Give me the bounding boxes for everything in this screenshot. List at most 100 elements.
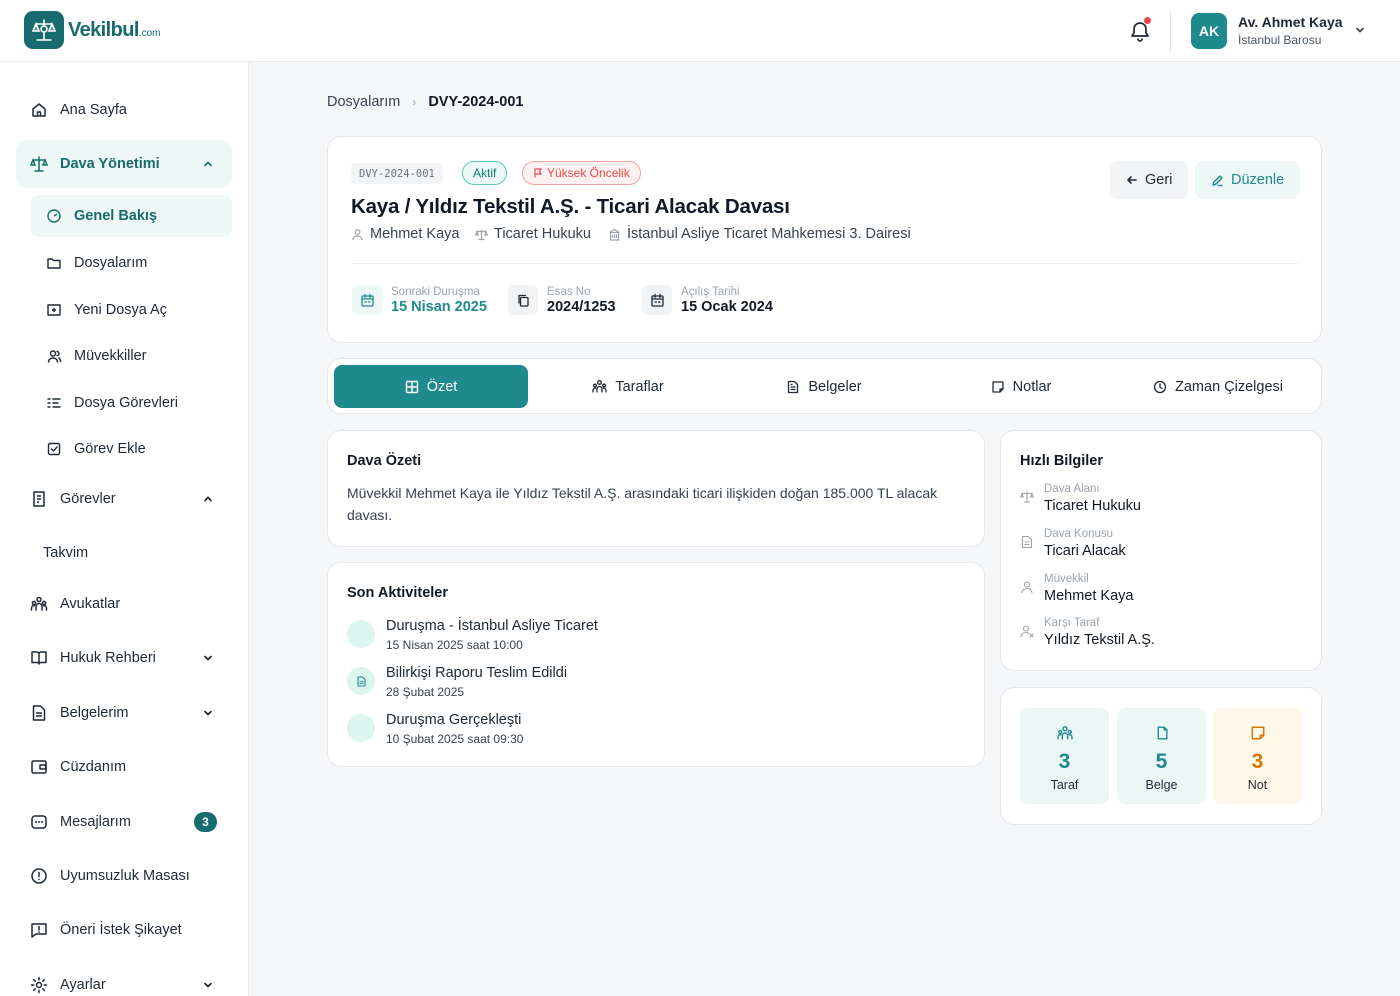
stat-documents[interactable]: 5 Belge [1117, 708, 1206, 804]
sidebar-item-label: Genel Bakış [74, 208, 158, 224]
case-summary-card: Dava Özeti Müvekkil Mehmet Kaya ile Yıld… [327, 430, 985, 547]
next-hearing-date: 15 Nisan 2025 [391, 298, 487, 315]
users-group-icon [30, 596, 48, 611]
tab-timeline[interactable]: Zaman Çizelgesi [1121, 365, 1315, 408]
sidebar-item-wallet[interactable]: Cüzdanım [16, 743, 232, 791]
chevron-down-icon [204, 655, 212, 661]
sidebar-item-label: Dosya Görevleri [74, 395, 178, 411]
sidebar-item-disputes[interactable]: Uyumsuzluk Masası [16, 852, 232, 900]
breadcrumb-current: DVY-2024-001 [428, 94, 524, 110]
summary-title: Dava Özeti [347, 453, 422, 469]
scale-icon [1020, 491, 1034, 503]
sidebar-item-new-file[interactable]: Yeni Dosya Aç [30, 289, 232, 331]
activity-title: Duruşma Gerçekleşti [386, 712, 522, 728]
sidebar-item-tasks[interactable]: Görevler [16, 475, 232, 523]
users-icon [1057, 726, 1073, 740]
chevron-down-icon[interactable] [1354, 24, 1366, 36]
back-button[interactable]: Geri [1110, 161, 1189, 199]
sidebar-item-lawyers[interactable]: Avukatlar [16, 580, 232, 628]
calendar-icon [352, 285, 382, 315]
quick-info-label: Müvekkil [1044, 573, 1089, 585]
recent-activities-card: Son Aktiviteler Duruşma - İstanbul Asliy… [327, 562, 985, 767]
tab-notes[interactable]: Notlar [924, 365, 1118, 408]
sidebar-item-label: Görevler [60, 491, 116, 507]
breadcrumb-parent-link[interactable]: Dosyalarım [327, 94, 400, 110]
case-court-name: İstanbul Asliye Ticaret Mahkemesi 3. Dai… [627, 226, 911, 242]
sidebar-item-label: Ana Sayfa [60, 102, 127, 118]
sidebar-item-label: Görev Ekle [74, 441, 146, 457]
divider [351, 263, 1298, 264]
sidebar-item-legal-guide[interactable]: Hukuk Rehberi [16, 634, 232, 682]
clock-icon [1153, 380, 1167, 393]
tab-documents[interactable]: Belgeler [727, 365, 921, 408]
brand-logo[interactable]: Vekilbul.com [24, 11, 160, 49]
sidebar-item-label: Hukuk Rehberi [60, 650, 156, 666]
note-icon [1251, 726, 1265, 740]
sidebar-item-label: Ayarlar [60, 977, 106, 993]
sidebar-item-label: Cüzdanım [60, 759, 127, 775]
activity-dot-icon [347, 714, 375, 742]
sidebar-item-file-tasks[interactable]: Dosya Görevleri [30, 382, 232, 424]
avatar[interactable]: AK [1191, 13, 1227, 49]
sidebar-item-label: Dava Yönetimi [60, 156, 160, 172]
tab-label: Taraflar [615, 378, 664, 395]
activity-title: Duruşma - İstanbul Asliye Ticaret [386, 618, 598, 634]
case-code-badge: DVY-2024-001 [351, 163, 443, 184]
opening-date-value: 15 Ocak 2024 [681, 298, 773, 315]
chevron-up-icon [204, 496, 212, 502]
alert-circle-icon [31, 868, 47, 884]
sidebar-item-clients[interactable]: Müvekkiller [30, 335, 232, 377]
copy-icon [508, 285, 538, 315]
sidebar-item-settings[interactable]: Ayarlar [16, 961, 232, 996]
stat-parties[interactable]: 3 Taraf [1020, 708, 1109, 804]
stat-value: 3 [1251, 750, 1264, 773]
document-icon [32, 705, 46, 721]
sidebar-item-label: Takvim [43, 545, 89, 561]
tab-parties[interactable]: Taraflar [531, 365, 725, 408]
tab-summary[interactable]: Özet [334, 365, 528, 408]
sidebar: Ana Sayfa Dava Yönetimi Genel Bakış Dosy… [0, 62, 249, 996]
sidebar-item-my-documents[interactable]: Belgelerim [16, 689, 232, 737]
stat-label: Belge [1145, 778, 1178, 792]
sidebar-item-add-task[interactable]: Görev Ekle [30, 428, 232, 470]
priority-label: Yüksek Öncelik [547, 166, 630, 180]
sidebar-item-label: Uyumsuzluk Masası [60, 868, 190, 884]
page-title: Kaya / Yıldız Tekstil A.Ş. - Ticari Alac… [351, 195, 790, 218]
sidebar-item-label: Müvekkiller [74, 348, 147, 364]
user-name[interactable]: Av. Ahmet Kaya [1238, 14, 1343, 30]
sidebar-item-feedback[interactable]: Öneri İstek Şikayet [16, 906, 232, 954]
case-header-card: DVY-2024-001 Aktif Yüksek Öncelik Geri D… [327, 136, 1322, 343]
sidebar-item-messages[interactable]: Mesajlarım 3 [16, 798, 232, 846]
summary-text: Müvekkil Mehmet Kaya ile Yıldız Tekstil … [347, 485, 938, 523]
user-x-icon [1020, 625, 1034, 638]
chevron-down-icon [204, 710, 212, 716]
quick-info-title: Hızlı Bilgiler [1020, 453, 1103, 469]
status-badge: Aktif [462, 161, 508, 185]
chevron-up-icon [204, 161, 212, 167]
chevron-down-icon [204, 982, 212, 988]
quick-info-value: Yıldız Tekstil A.Ş. [1044, 632, 1155, 648]
sidebar-item-home[interactable]: Ana Sayfa [16, 86, 232, 134]
dashboard-icon [47, 209, 61, 223]
tab-label: Notlar [1012, 378, 1052, 395]
sidebar-item-case-management[interactable]: Dava Yönetimi [16, 140, 232, 188]
sidebar-item-overview[interactable]: Genel Bakış [30, 195, 232, 237]
priority-badge: Yüksek Öncelik [522, 161, 641, 185]
note-icon [992, 380, 1004, 393]
document-icon [1021, 535, 1033, 549]
notification-bell-icon[interactable] [1128, 17, 1152, 43]
edit-button[interactable]: Düzenle [1195, 161, 1301, 199]
file-number-value: 2024/1253 [547, 298, 616, 315]
home-icon [32, 103, 46, 117]
stat-notes[interactable]: 3 Not [1213, 708, 1302, 804]
sidebar-item-calendar[interactable]: Takvim [16, 529, 232, 577]
case-client-name: Mehmet Kaya [370, 226, 460, 242]
sidebar-item-label: Dosyalarım [74, 255, 148, 271]
sidebar-item-my-files[interactable]: Dosyalarım [30, 242, 232, 284]
activity-date: 15 Nisan 2025 saat 10:00 [386, 638, 523, 652]
case-field: Ticaret Hukuku [475, 226, 591, 242]
activity-date: 28 Şubat 2025 [386, 685, 465, 699]
opening-date-fact: Açılış Tarihi 15 Ocak 2024 [642, 285, 773, 315]
case-client: Mehmet Kaya [351, 226, 459, 242]
users-icon [47, 350, 62, 363]
